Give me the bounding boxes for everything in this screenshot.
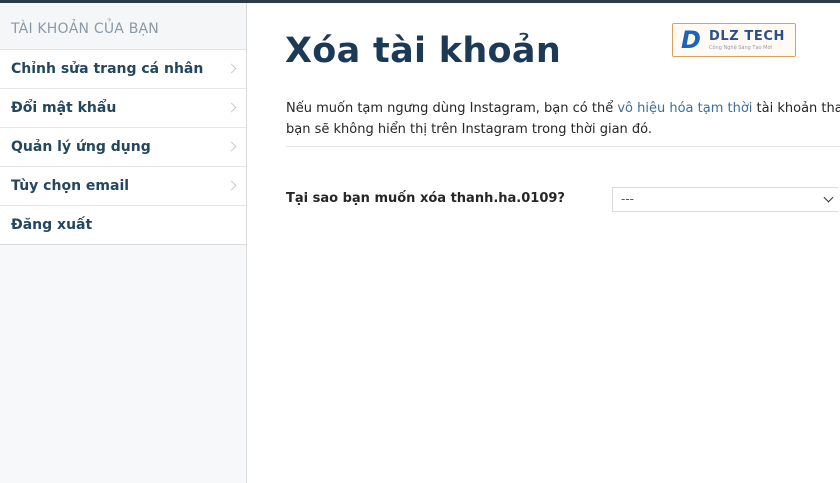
sidebar-item-edit-profile[interactable]: Chỉnh sửa trang cá nhân <box>0 50 246 89</box>
chevron-down-icon <box>823 192 834 203</box>
description-text: tài khoản thay vì xóa <box>756 101 840 116</box>
sidebar-item-label: Chỉnh sửa trang cá nhân <box>11 61 204 77</box>
chevron-right-icon <box>226 63 237 74</box>
section-divider <box>286 146 840 147</box>
page-title: Xóa tài khoản <box>285 31 562 71</box>
sidebar-item-email-options[interactable]: Tùy chọn email <box>0 167 246 206</box>
chevron-right-icon <box>226 180 237 191</box>
dlz-tech-watermark-logo: D DLZ TECH Công Nghệ Sáng Tạo Mới <box>672 23 796 57</box>
sidebar-item-label: Đăng xuất <box>11 217 93 233</box>
temporarily-disable-link[interactable]: vô hiệu hóa tạm thời <box>617 101 752 116</box>
description-text: Nếu muốn tạm ngưng dùng Instagram, bạn c… <box>286 101 618 116</box>
description-line-1: Nếu muốn tạm ngưng dùng Instagram, bạn c… <box>286 98 840 119</box>
chevron-right-icon <box>226 141 237 152</box>
deactivate-description: Nếu muốn tạm ngưng dùng Instagram, bạn c… <box>286 98 840 140</box>
chevron-right-icon <box>226 102 237 113</box>
sidebar-item-label: Tùy chọn email <box>11 178 130 194</box>
logo-name: DLZ TECH <box>709 29 785 44</box>
settings-sidebar: TÀI KHOẢN CỦA BẠN Chỉnh sửa trang cá nhâ… <box>0 3 247 483</box>
sidebar-item-label: Quản lý ứng dụng <box>11 139 151 155</box>
dlz-logo-icon: D <box>681 26 701 54</box>
sidebar-item-manage-apps[interactable]: Quản lý ứng dụng <box>0 128 246 167</box>
logo-tagline: Công Nghệ Sáng Tạo Mới <box>709 45 772 51</box>
delete-reason-question: Tại sao bạn muốn xóa thanh.ha.0109? <box>286 191 565 206</box>
select-value: --- <box>621 192 634 206</box>
sidebar-header: TÀI KHOẢN CỦA BẠN <box>0 3 246 50</box>
delete-reason-select[interactable]: --- <box>612 187 838 212</box>
main-content: Xóa tài khoản D DLZ TECH Công Nghệ Sáng … <box>247 3 840 483</box>
sidebar-item-logout[interactable]: Đăng xuất <box>0 206 246 244</box>
sidebar-item-label: Đổi mật khẩu <box>11 100 117 116</box>
sidebar-menu: Chỉnh sửa trang cá nhân Đổi mật khẩu Quả… <box>0 50 246 245</box>
sidebar-item-change-password[interactable]: Đổi mật khẩu <box>0 89 246 128</box>
description-line-2: bạn sẽ không hiển thị trên Instagram tro… <box>286 122 653 137</box>
